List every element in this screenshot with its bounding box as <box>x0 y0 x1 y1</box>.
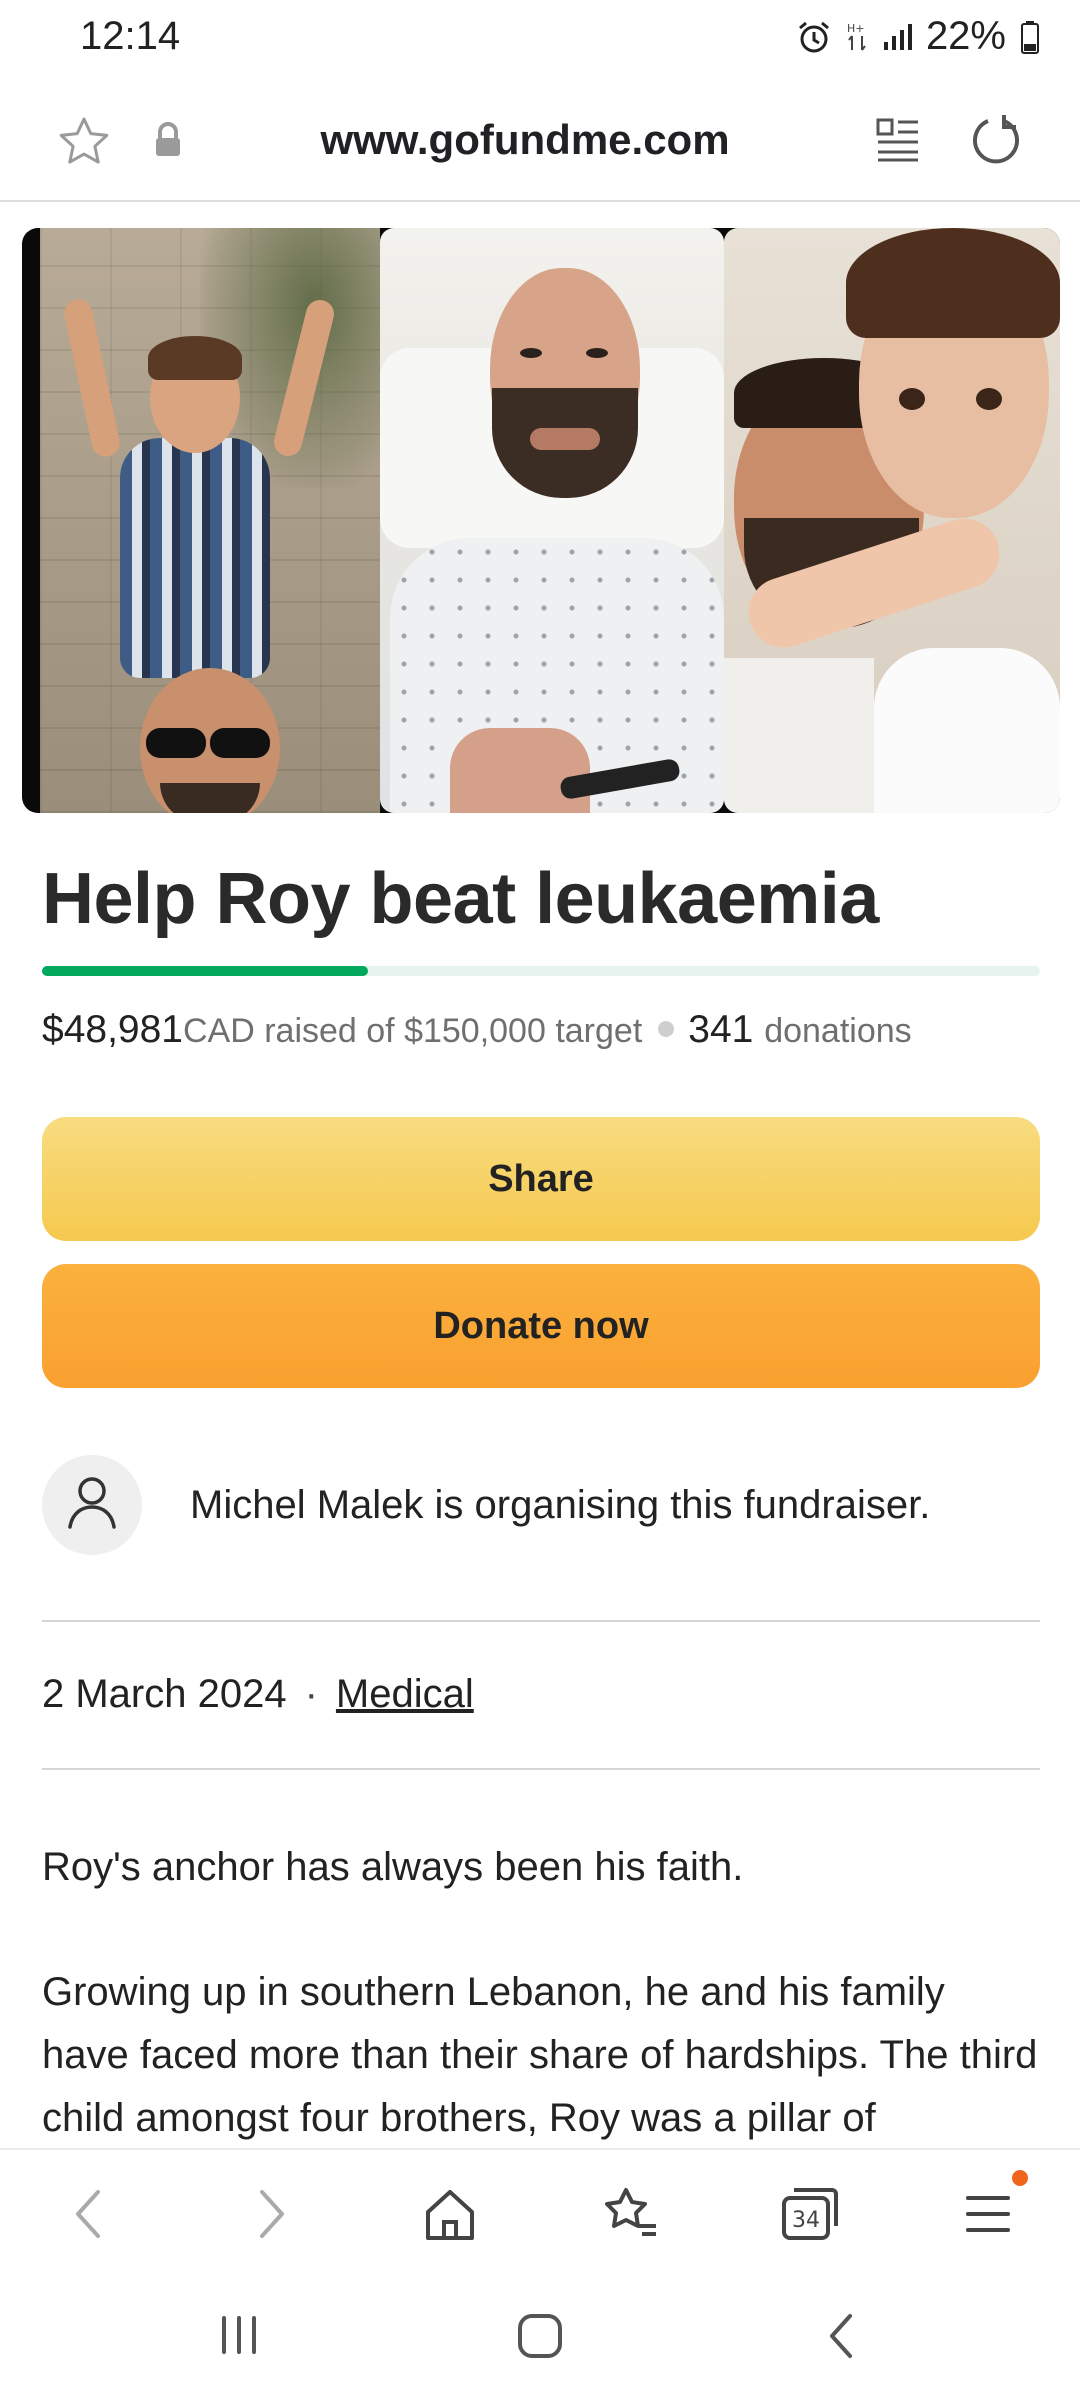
donate-now-button[interactable]: Donate now <box>42 1264 1040 1388</box>
status-time: 12:14 <box>80 14 181 58</box>
amount-raised: $48,981 <box>42 1008 183 1051</box>
system-navigation-bar <box>0 2280 1080 2400</box>
user-icon <box>65 1475 119 1536</box>
story-paragraph: Growing up in southern Lebanon, he and h… <box>42 1970 1038 2140</box>
recent-apps-icon[interactable] <box>214 2310 264 2365</box>
photo-child-on-shoulders <box>40 228 380 813</box>
status-icons: H+ 22% <box>796 14 1040 59</box>
notification-dot <box>1012 2170 1028 2186</box>
avatar <box>42 1455 142 1555</box>
campaign-hero-image[interactable] <box>22 228 1060 813</box>
menu-icon[interactable] <box>960 2182 1016 2251</box>
campaign-meta: 2 March 2024 · Medical <box>42 1672 474 1717</box>
share-button[interactable]: Share <box>42 1117 1040 1241</box>
tab-count: 34 <box>792 2208 820 2233</box>
campaign-date: 2 March 2024 <box>42 1672 287 1716</box>
alarm-icon <box>796 19 832 55</box>
photo-roy-hospital <box>380 228 724 813</box>
organiser-row[interactable]: Michel Malek is organising this fundrais… <box>42 1455 1040 1555</box>
category-link[interactable]: Medical <box>336 1672 474 1716</box>
battery-icon <box>1020 20 1040 54</box>
back-nav-icon[interactable] <box>820 2308 864 2369</box>
home-nav-icon[interactable] <box>512 2308 568 2369</box>
story-paragraph: Roy's anchor has always been his faith. <box>42 1845 744 1889</box>
status-bar: 12:14 H+ 22% <box>0 0 1080 78</box>
fundraising-stats: $48,981CAD raised of $150,000 target 341 … <box>42 1008 912 1052</box>
tabs-icon[interactable]: 34 <box>778 2182 842 2251</box>
forward-arrow-icon[interactable] <box>250 2182 294 2251</box>
meta-separator: · <box>304 1672 318 1716</box>
reader-mode-icon[interactable] <box>874 114 922 169</box>
back-arrow-icon[interactable] <box>66 2182 110 2251</box>
campaign-title: Help Roy beat leukaemia <box>42 859 879 939</box>
reload-icon[interactable] <box>968 112 1024 173</box>
home-icon[interactable] <box>420 2182 480 2251</box>
photo-roy-with-daughter <box>724 228 1060 813</box>
bookmarks-icon[interactable] <box>598 2182 662 2251</box>
svg-text:H+: H+ <box>847 22 865 35</box>
browser-url-bar: www.gofundme.com <box>0 90 1080 202</box>
fundraising-progress-bar <box>42 966 1040 976</box>
divider <box>42 1768 1040 1770</box>
donations-label[interactable]: donations <box>764 1012 911 1050</box>
organiser-text: Michel Malek is organising this fundrais… <box>190 1483 931 1527</box>
battery-percent: 22% <box>925 14 1006 58</box>
raised-target-text: CAD raised of $150,000 target <box>182 1012 643 1050</box>
donations-count: 341 <box>688 1008 754 1051</box>
separator-dot <box>658 1020 675 1037</box>
browser-bottom-toolbar: 34 <box>0 2148 1080 2282</box>
signal-icon <box>882 22 912 52</box>
progress-fill <box>42 966 369 976</box>
data-transfer-icon: H+ <box>846 20 868 54</box>
divider <box>42 1620 1040 1622</box>
